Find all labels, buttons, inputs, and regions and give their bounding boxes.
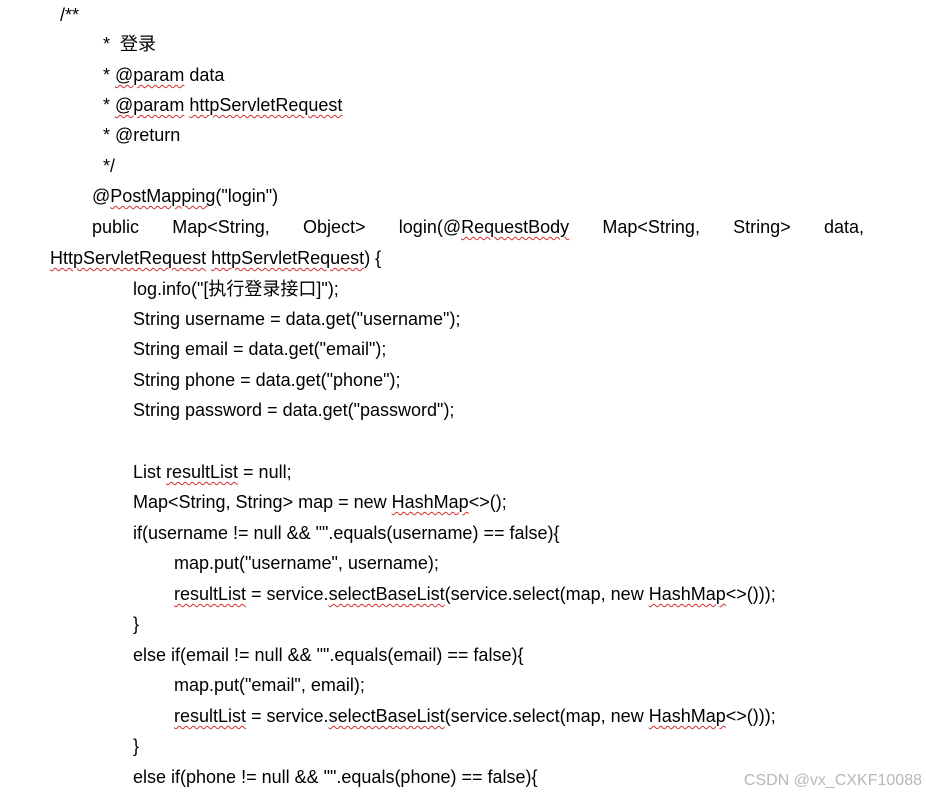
close-brace-text: } (133, 736, 140, 756)
list-type: List (133, 462, 167, 482)
phone-text: String phone = data.get("phone"); (133, 370, 401, 390)
username-text: String username = data.get("username"); (133, 309, 461, 329)
comment-open-text: /** (60, 5, 80, 25)
comment-open: /** (60, 0, 79, 30)
close-brace-2: } (133, 731, 139, 761)
sig-token: Object> (303, 217, 366, 237)
select-username-line: resultList = service.selectBaseList(serv… (174, 579, 776, 609)
comment-param-data: * @param data (103, 60, 224, 90)
comment-close: */ (103, 151, 115, 181)
map-decl-tail: <>(); (468, 492, 507, 512)
close-brace-1: } (133, 609, 139, 639)
assign-mid: = service. (246, 706, 329, 726)
param-prefix: * (103, 95, 116, 115)
comment-param-request: * @param httpServletRequest (103, 90, 342, 120)
put-username-text: map.put("username", username); (174, 553, 439, 573)
sig-login-prefix: login(@ (398, 217, 462, 237)
select-email-line: resultList = service.selectBaseList(serv… (174, 701, 776, 731)
map-decl-head: Map<String, String> map = new (133, 492, 392, 512)
comment-return-text: * @return (103, 125, 181, 145)
put-username-line: map.put("username", username); (174, 548, 439, 578)
sig-token: data, (823, 217, 864, 237)
comment-return: * @return (103, 120, 180, 150)
select-call: (service.select(map, new (444, 584, 649, 604)
log-text: log.info("[执行登录接口]"); (133, 279, 339, 299)
sig-token: Map<String, (602, 217, 700, 237)
put-email-text: map.put("email", email); (174, 675, 365, 695)
select-base-list: selectBaseList (328, 584, 445, 604)
phone-line: String phone = data.get("phone"); (133, 365, 400, 395)
if-username-line: if(username != null && "".equals(usernam… (133, 518, 560, 548)
param-name-data: data (184, 65, 225, 85)
select-base-list: selectBaseList (328, 706, 445, 726)
method-signature-cont: HttpServletRequest httpServletRequest) { (50, 243, 381, 273)
elseif-email-text: else if(email != null && "".equals(email… (133, 645, 524, 665)
username-line: String username = data.get("username"); (133, 304, 460, 334)
method-signature: public Map<String, Object> login(@Reques… (92, 212, 864, 242)
elseif-phone-text: else if(phone != null && "".equals(phone… (133, 767, 538, 787)
hashmap-type: HashMap (648, 706, 726, 726)
elseif-email-line: else if(email != null && "".equals(email… (133, 640, 523, 670)
param-prefix: * (103, 65, 116, 85)
elseif-phone-line: else if(phone != null && "".equals(phone… (133, 762, 538, 792)
sig-request-body: RequestBody (461, 217, 570, 237)
select-tail: <>())); (725, 706, 776, 726)
result-list-var: resultList (174, 706, 247, 726)
put-email-line: map.put("email", email); (174, 670, 365, 700)
sig-cont-type: HttpServletRequest (50, 248, 207, 268)
sig-token: String> (733, 217, 791, 237)
assign-mid: = service. (246, 584, 329, 604)
if-username-text: if(username != null && "".equals(usernam… (133, 523, 560, 543)
sig-cont-tail: ) { (364, 248, 382, 268)
sig-token-login: login(@RequestBody (399, 212, 569, 242)
hashmap-type: HashMap (391, 492, 469, 512)
annotation-line: @PostMapping("login") (92, 181, 278, 211)
code-document: /** * 登录 * @param data * @param httpServ… (0, 0, 926, 796)
close-brace-text: } (133, 614, 140, 634)
result-list-var: resultList (166, 462, 239, 482)
comment-close-text: */ (103, 156, 116, 176)
list-assign: = null; (238, 462, 292, 482)
password-line: String password = data.get("password"); (133, 395, 454, 425)
select-tail: <>())); (725, 584, 776, 604)
param-tag: @param (115, 65, 185, 85)
comment-title: * 登录 (103, 29, 156, 59)
annotation-at: @ (92, 186, 111, 206)
annotation-args: ("login") (215, 186, 279, 206)
param-tag: @param (115, 95, 185, 115)
annotation-name: PostMapping (110, 186, 216, 206)
log-line: log.info("[执行登录接口]"); (133, 274, 339, 304)
sig-token: public (92, 217, 140, 237)
email-text: String email = data.get("email"); (133, 339, 387, 359)
param-name-request: httpServletRequest (189, 95, 343, 115)
password-text: String password = data.get("password"); (133, 400, 455, 420)
csdn-watermark: CSDN @vx_CXKF10088 (743, 772, 922, 789)
comment-title-text: * 登录 (103, 34, 157, 54)
email-line: String email = data.get("email"); (133, 334, 386, 364)
hashmap-type: HashMap (648, 584, 726, 604)
sig-token: Map<String, (172, 217, 270, 237)
map-decl: Map<String, String> map = new HashMap<>(… (133, 487, 507, 517)
select-call: (service.select(map, new (444, 706, 649, 726)
result-list-var: resultList (174, 584, 247, 604)
sig-cont-name: httpServletRequest (211, 248, 365, 268)
result-list-decl: List resultList = null; (133, 457, 292, 487)
